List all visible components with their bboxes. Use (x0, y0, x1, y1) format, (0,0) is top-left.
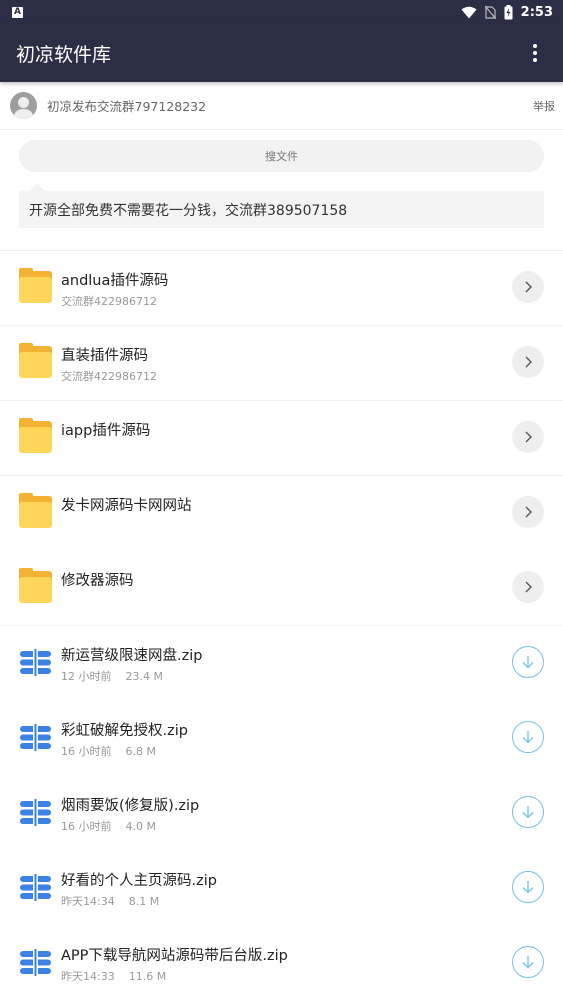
battery-charging-icon (504, 4, 513, 19)
file-time: 昨天14:33 (61, 970, 115, 983)
file-title: 新运营级限速网盘.zip (61, 648, 203, 664)
folder-row[interactable]: iapp插件源码 (0, 401, 563, 476)
folder-subtitle: 交流群422986712 (61, 370, 157, 383)
folder-row[interactable]: 直装插件源码 交流群422986712 (0, 326, 563, 401)
download-icon[interactable] (512, 796, 544, 828)
chevron-right-icon[interactable] (512, 496, 544, 528)
file-size: 8.1 M (128, 895, 160, 908)
archive-file-icon (19, 721, 52, 754)
file-title: 彩虹破解免授权.zip (61, 723, 188, 739)
file-title: 烟雨要饭(修复版).zip (61, 798, 200, 814)
app-title: 初凉软件库 (16, 43, 112, 66)
file-list: andlua插件源码 交流群422986712 直装插件源码 交流群422986… (0, 251, 563, 1001)
download-icon[interactable] (512, 646, 544, 678)
folder-row[interactable]: 修改器源码 (0, 551, 563, 626)
user-bar[interactable]: 初凉发布交流群797128232 举报 (0, 82, 563, 130)
search-button[interactable]: 搜文件 (19, 140, 544, 172)
more-vertical-icon[interactable] (523, 41, 547, 65)
notification-a-icon: A (12, 6, 23, 18)
file-time: 昨天14:34 (61, 895, 115, 908)
file-row[interactable]: APP下载导航网站源码带后台版.zip 昨天14:33 11.6 M (0, 926, 563, 1001)
folder-subtitle: 交流群422986712 (61, 295, 157, 308)
folder-row[interactable]: andlua插件源码 交流群422986712 (0, 251, 563, 326)
app-bar: 初凉软件库 (0, 24, 563, 82)
file-size: 6.8 M (125, 745, 156, 758)
chevron-right-icon[interactable] (512, 571, 544, 603)
file-size: 23.4 M (125, 670, 163, 683)
archive-file-icon (19, 871, 52, 904)
status-time: 2:53 (520, 4, 553, 20)
folder-icon (19, 493, 52, 529)
folder-icon (19, 418, 52, 454)
download-icon[interactable] (512, 871, 544, 903)
chevron-right-icon[interactable] (512, 346, 544, 378)
folder-icon (19, 268, 52, 304)
folder-icon (19, 568, 52, 604)
file-title: APP下载导航网站源码带后台版.zip (61, 948, 288, 964)
file-title: 好看的个人主页源码.zip (61, 873, 217, 889)
archive-file-icon (19, 946, 52, 979)
chevron-right-icon[interactable] (512, 271, 544, 303)
file-time: 16 小时前 (61, 820, 112, 833)
no-sim-icon (484, 5, 496, 19)
chevron-right-icon[interactable] (512, 421, 544, 453)
folder-title: 发卡网源码卡网网站 (61, 498, 192, 514)
file-row[interactable]: 彩虹破解免授权.zip 16 小时前 6.8 M (0, 701, 563, 776)
folder-icon (19, 343, 52, 379)
report-button[interactable]: 举报 (533, 98, 555, 114)
status-bar: A 2:53 (0, 0, 563, 24)
file-time: 16 小时前 (61, 745, 112, 758)
user-group-text: 初凉发布交流群797128232 (47, 99, 207, 114)
file-row[interactable]: 烟雨要饭(修复版).zip 16 小时前 4.0 M (0, 776, 563, 851)
archive-file-icon (19, 646, 52, 679)
file-time: 12 小时前 (61, 670, 112, 683)
download-icon[interactable] (512, 946, 544, 978)
file-size: 11.6 M (128, 970, 167, 983)
download-icon[interactable] (512, 721, 544, 753)
folder-title: 直装插件源码 (61, 348, 148, 364)
file-row[interactable]: 好看的个人主页源码.zip 昨天14:34 8.1 M (0, 851, 563, 926)
archive-file-icon (19, 796, 52, 829)
wifi-icon (461, 6, 477, 18)
folder-title: andlua插件源码 (61, 273, 169, 289)
avatar[interactable] (10, 92, 37, 119)
notice-banner: 开源全部免费不需要花一分钱，交流群389507158 (19, 183, 544, 228)
file-row[interactable]: 新运营级限速网盘.zip 12 小时前 23.4 M (0, 626, 563, 701)
file-size: 4.0 M (125, 820, 156, 833)
folder-title: 修改器源码 (61, 573, 134, 589)
folder-title: iapp插件源码 (61, 423, 151, 439)
folder-row[interactable]: 发卡网源码卡网网站 (0, 476, 563, 551)
